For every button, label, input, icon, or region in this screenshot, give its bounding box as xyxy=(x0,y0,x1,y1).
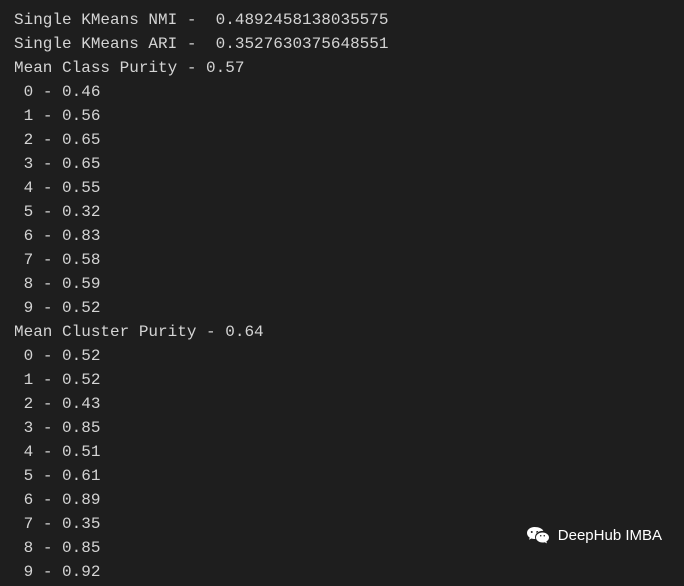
terminal-output: Single KMeans NMI - 0.4892458138035575 S… xyxy=(14,8,670,584)
class-idx: 6 xyxy=(24,227,34,245)
class-idx: 4 xyxy=(24,179,34,197)
cluster-val: 0.52 xyxy=(62,371,100,389)
class-purity-row: 9 - 0.52 xyxy=(14,296,670,320)
cluster-val: 0.52 xyxy=(62,347,100,365)
cluster-idx: 9 xyxy=(24,563,34,581)
class-purity-row: 8 - 0.59 xyxy=(14,272,670,296)
watermark: DeepHub IMBA xyxy=(526,524,662,548)
class-purity-row: 0 - 0.46 xyxy=(14,80,670,104)
cluster-idx: 2 xyxy=(24,395,34,413)
class-idx: 2 xyxy=(24,131,34,149)
class-val: 0.32 xyxy=(62,203,100,221)
cluster-val: 0.43 xyxy=(62,395,100,413)
cluster-val: 0.92 xyxy=(62,563,100,581)
cluster-idx: 1 xyxy=(24,371,34,389)
cluster-idx: 7 xyxy=(24,515,34,533)
cluster-purity-row: 2 - 0.43 xyxy=(14,392,670,416)
class-idx: 9 xyxy=(24,299,34,317)
class-idx: 8 xyxy=(24,275,34,293)
class-val: 0.65 xyxy=(62,155,100,173)
mean-cluster-purity-line: Mean Cluster Purity - 0.64 xyxy=(14,320,670,344)
cluster-idx: 6 xyxy=(24,491,34,509)
ari-value: 0.3527630375648551 xyxy=(216,35,389,53)
class-purity-row: 2 - 0.65 xyxy=(14,128,670,152)
cluster-purity-row: 4 - 0.51 xyxy=(14,440,670,464)
class-idx: 0 xyxy=(24,83,34,101)
class-purity-row: 1 - 0.56 xyxy=(14,104,670,128)
class-val: 0.58 xyxy=(62,251,100,269)
class-val: 0.56 xyxy=(62,107,100,125)
class-idx: 3 xyxy=(24,155,34,173)
cluster-idx: 8 xyxy=(24,539,34,557)
class-idx: 1 xyxy=(24,107,34,125)
class-idx: 5 xyxy=(24,203,34,221)
cluster-idx: 5 xyxy=(24,467,34,485)
cluster-val: 0.85 xyxy=(62,419,100,437)
class-purity-row: 3 - 0.65 xyxy=(14,152,670,176)
ari-label: Single KMeans ARI - xyxy=(14,35,216,53)
cluster-idx: 0 xyxy=(24,347,34,365)
cluster-purity-row: 3 - 0.85 xyxy=(14,416,670,440)
ari-line: Single KMeans ARI - 0.3527630375648551 xyxy=(14,32,670,56)
cluster-val: 0.89 xyxy=(62,491,100,509)
watermark-text: DeepHub IMBA xyxy=(558,524,662,548)
nmi-value: 0.4892458138035575 xyxy=(216,11,389,29)
class-val: 0.52 xyxy=(62,299,100,317)
nmi-label: Single KMeans NMI - xyxy=(14,11,216,29)
class-idx: 7 xyxy=(24,251,34,269)
mean-class-purity-line: Mean Class Purity - 0.57 xyxy=(14,56,670,80)
nmi-line: Single KMeans NMI - 0.4892458138035575 xyxy=(14,8,670,32)
class-val: 0.65 xyxy=(62,131,100,149)
mean-class-purity-label: Mean Class Purity - xyxy=(14,59,206,77)
class-purity-row: 6 - 0.83 xyxy=(14,224,670,248)
wechat-icon xyxy=(526,524,550,548)
cluster-purity-row: 5 - 0.61 xyxy=(14,464,670,488)
cluster-val: 0.51 xyxy=(62,443,100,461)
cluster-purity-row: 6 - 0.89 xyxy=(14,488,670,512)
cluster-idx: 4 xyxy=(24,443,34,461)
class-val: 0.46 xyxy=(62,83,100,101)
class-purity-row: 5 - 0.32 xyxy=(14,200,670,224)
class-val: 0.83 xyxy=(62,227,100,245)
cluster-purity-row: 1 - 0.52 xyxy=(14,368,670,392)
cluster-val: 0.61 xyxy=(62,467,100,485)
cluster-val: 0.35 xyxy=(62,515,100,533)
cluster-purity-row: 9 - 0.92 xyxy=(14,560,670,584)
mean-cluster-purity-label: Mean Cluster Purity - xyxy=(14,323,225,341)
cluster-idx: 3 xyxy=(24,419,34,437)
mean-class-purity-value: 0.57 xyxy=(206,59,244,77)
mean-cluster-purity-value: 0.64 xyxy=(225,323,263,341)
class-purity-row: 7 - 0.58 xyxy=(14,248,670,272)
class-purity-row: 4 - 0.55 xyxy=(14,176,670,200)
cluster-purity-row: 0 - 0.52 xyxy=(14,344,670,368)
class-val: 0.55 xyxy=(62,179,100,197)
cluster-val: 0.85 xyxy=(62,539,100,557)
class-val: 0.59 xyxy=(62,275,100,293)
